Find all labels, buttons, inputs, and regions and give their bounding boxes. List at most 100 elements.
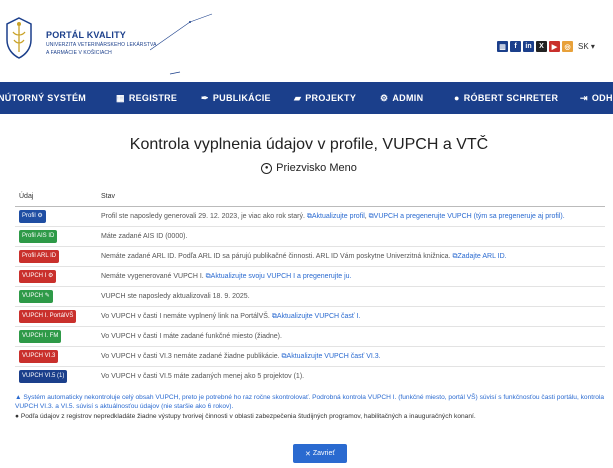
edit-icon: ✎ xyxy=(44,293,50,299)
nav-admin-label: ADMIN xyxy=(392,93,424,103)
link-label: Aktualizujte VUPCH časť VI.3. xyxy=(286,353,381,360)
table-row: VUPCH I ⚙ Nemáte vygenerované VUPCH I. ⧉… xyxy=(15,266,605,287)
table-row: VUPCH I. FM Vo VUPCH v časti I máte zada… xyxy=(15,326,605,347)
nav-logout-label: ODHL xyxy=(591,93,613,103)
youtube-icon[interactable]: ▶ xyxy=(549,41,560,52)
brand[interactable]: PORTÁL KVALITY UNIVERZITA VETERINÁRSKEHO… xyxy=(46,30,157,56)
status-badge: Profil ⚙ xyxy=(19,210,46,223)
warning-note: ▲ Systém automaticky nekontroluje celý o… xyxy=(15,393,607,411)
update-vupch-part1-link[interactable]: ⧉Aktualizujte VUPCH časť I. xyxy=(272,313,361,320)
badge-label: VUPCH I xyxy=(22,273,47,279)
row-text: Vo VUPCH v časti VI.3 nemáte zadané žiad… xyxy=(101,353,282,360)
nav-user[interactable]: ● RÓBERT SCHRETER xyxy=(454,82,558,114)
close-label: Zavrieť xyxy=(312,450,335,457)
nav-projects-label: PROJEKTY xyxy=(305,93,357,103)
nav-logout[interactable]: ⇥ ODHL xyxy=(580,82,613,114)
language-label: SK xyxy=(578,42,589,51)
update-vupch-vi3-link[interactable]: ⧉Aktualizujte VUPCH časť VI.3. xyxy=(282,353,381,360)
col-header-status: Stav xyxy=(97,187,605,207)
info-icon: ● xyxy=(15,413,19,420)
table-row: Profil ⚙ Profil ste naposledy generovali… xyxy=(15,207,605,227)
table-row: Profil ARL ID Nemáte zadané ARL ID. Podľ… xyxy=(15,246,605,267)
nav-publications-label: PUBLIKÁCIE xyxy=(212,93,271,103)
table-icon: ▦ xyxy=(116,92,125,103)
nav-publications[interactable]: ✒ PUBLIKÁCIE xyxy=(201,82,271,114)
row-text: VUPCH ste naposledy aktualizovali 18. 9.… xyxy=(97,286,605,307)
vupch-regenerate-link[interactable]: ⧉VUPCH a pregenerujte VUPCH (tým sa preg… xyxy=(369,213,565,220)
site-header: PORTÁL KVALITY UNIVERZITA VETERINÁRSKEHO… xyxy=(0,0,613,80)
table-row: VUPCH I. PortálVŠ Vo VUPCH v časti I nem… xyxy=(15,306,605,327)
col-header-item: Údaj xyxy=(15,187,97,207)
brand-subtitle-1: UNIVERZITA VETERINÁRSKEHO LEKÁRSTVA xyxy=(46,42,157,48)
pen-icon: ✒ xyxy=(201,92,209,103)
sign-out-icon: ⇥ xyxy=(580,92,588,103)
status-badge: VUPCH I. FM xyxy=(19,330,62,343)
badge-label: VUPCH xyxy=(22,293,44,299)
table-row: VUPCH VI.5 (1) Vo VUPCH v časti VI.5 mát… xyxy=(15,366,605,386)
language-switch[interactable]: SK ▾ xyxy=(578,42,595,51)
nav-user-label: RÓBERT SCHRETER xyxy=(463,93,559,103)
decorative-lines xyxy=(150,13,213,75)
set-arl-id-link[interactable]: ⧉Zadajte ARL ID. xyxy=(452,253,506,260)
warning-note-text: Systém automaticky nekontroluje celý obs… xyxy=(15,394,605,410)
gears-icon: ⚙ xyxy=(380,92,389,103)
nav-internal-system[interactable]: NÚTORNÝ SYSTÉM xyxy=(0,82,86,114)
instagram-icon[interactable]: ◎ xyxy=(562,41,573,52)
table-row: VUPCH ✎ VUPCH ste naposledy aktualizoval… xyxy=(15,286,605,307)
notes: ▲ Systém automaticky nekontroluje celý o… xyxy=(15,393,607,421)
row-text: Profil ste naposledy generovali 29. 12. … xyxy=(101,213,307,220)
link-label: VUPCH a pregenerujte VUPCH (tým sa prege… xyxy=(373,213,565,220)
status-badge: Profil AIS ID xyxy=(19,230,58,243)
status-badge: VUPCH ✎ xyxy=(19,290,53,303)
status-badge: VUPCH VI.3 xyxy=(19,350,59,363)
table-header-row: Údaj Stav xyxy=(15,187,605,207)
table-row: VUPCH VI.3 Vo VUPCH v časti VI.3 nemáte … xyxy=(15,346,605,367)
modal-subtitle: ● Priezvisko Meno xyxy=(5,162,613,174)
row-text: Máte zadané AIS ID (0000). xyxy=(97,226,605,247)
row-text: Vo VUPCH v časti I máte zadané funkčné m… xyxy=(97,326,605,347)
update-profile-link[interactable]: ⧉Aktualizujte profil xyxy=(307,213,365,220)
table-row: Profil AIS ID Máte zadané AIS ID (0000). xyxy=(15,226,605,247)
nav-registers[interactable]: ▦ REGISTRE xyxy=(116,82,177,114)
warning-icon: ▲ xyxy=(15,394,22,401)
badge-label: Profil xyxy=(22,213,36,219)
link-label: Aktualizujte VUPCH časť I. xyxy=(276,313,361,320)
row-text: Nemáte zadané ARL ID. Podľa ARL ID sa pá… xyxy=(101,253,453,260)
status-badge: VUPCH VI.5 (1) xyxy=(19,370,68,383)
main-navbar: NÚTORNÝ SYSTÉM ▦ REGISTRE ✒ PUBLIKÁCIE ▰… xyxy=(0,82,613,114)
facebook-icon[interactable]: f xyxy=(510,41,521,52)
link-label: Zadajte ARL ID. xyxy=(457,253,507,260)
university-logo xyxy=(6,17,32,59)
info-note: ● Podľa údajov z registrov nepredkladáte… xyxy=(15,412,607,421)
x-icon[interactable]: X xyxy=(536,41,547,52)
info-note-text: Podľa údajov z registrov nepredkladáte ž… xyxy=(20,413,476,420)
person-name: Priezvisko Meno xyxy=(276,162,357,174)
row-text: Vo VUPCH v časti I nemáte vyplnený link … xyxy=(101,313,272,320)
status-badge: VUPCH I ⚙ xyxy=(19,270,57,283)
status-badge: VUPCH I. PortálVŠ xyxy=(19,310,77,323)
modal-title: Kontrola vyplnenia údajov v profile, VUP… xyxy=(129,136,489,153)
stats-icon[interactable]: ▥ xyxy=(497,41,508,52)
nav-admin[interactable]: ⚙ ADMIN xyxy=(380,82,423,114)
nav-projects[interactable]: ▰ PROJEKTY xyxy=(294,82,356,114)
link-label: Aktualizujte svoju VUPCH I a pregenerujt… xyxy=(210,273,352,280)
gear-icon: ⚙ xyxy=(48,273,54,279)
brand-title: PORTÁL KVALITY xyxy=(46,30,126,40)
nav-registers-label: REGISTRE xyxy=(128,93,178,103)
nav-internal-system-label: NÚTORNÝ SYSTÉM xyxy=(0,93,87,103)
link-label: Aktualizujte profil xyxy=(311,213,365,220)
folder-icon: ▰ xyxy=(294,92,302,103)
gear-icon: ⚙ xyxy=(37,213,43,219)
brand-subtitle-2: A FARMÁCIE V KOŠICIACH xyxy=(46,50,112,56)
row-text: Nemáte vygenerované VUPCH I. xyxy=(101,273,206,280)
close-button[interactable]: ✕ Zavrieť xyxy=(293,444,347,463)
user-circle-icon: ● xyxy=(261,162,273,174)
social-links: ▥ f in X ▶ ◎ SK ▾ xyxy=(497,41,595,52)
status-table: Údaj Stav Profil ⚙ Profil ste naposledy … xyxy=(15,187,605,386)
user-icon: ● xyxy=(454,93,460,103)
close-icon: ✕ xyxy=(305,450,311,458)
row-text: Vo VUPCH v časti VI.5 máte zadaných mene… xyxy=(97,366,605,386)
profile-check-modal: Kontrola vyplnenia údajov v profile, VUP… xyxy=(5,114,613,468)
linkedin-icon[interactable]: in xyxy=(523,41,534,52)
update-vupch-link[interactable]: ⧉Aktualizujte svoju VUPCH I a pregeneruj… xyxy=(206,273,352,280)
